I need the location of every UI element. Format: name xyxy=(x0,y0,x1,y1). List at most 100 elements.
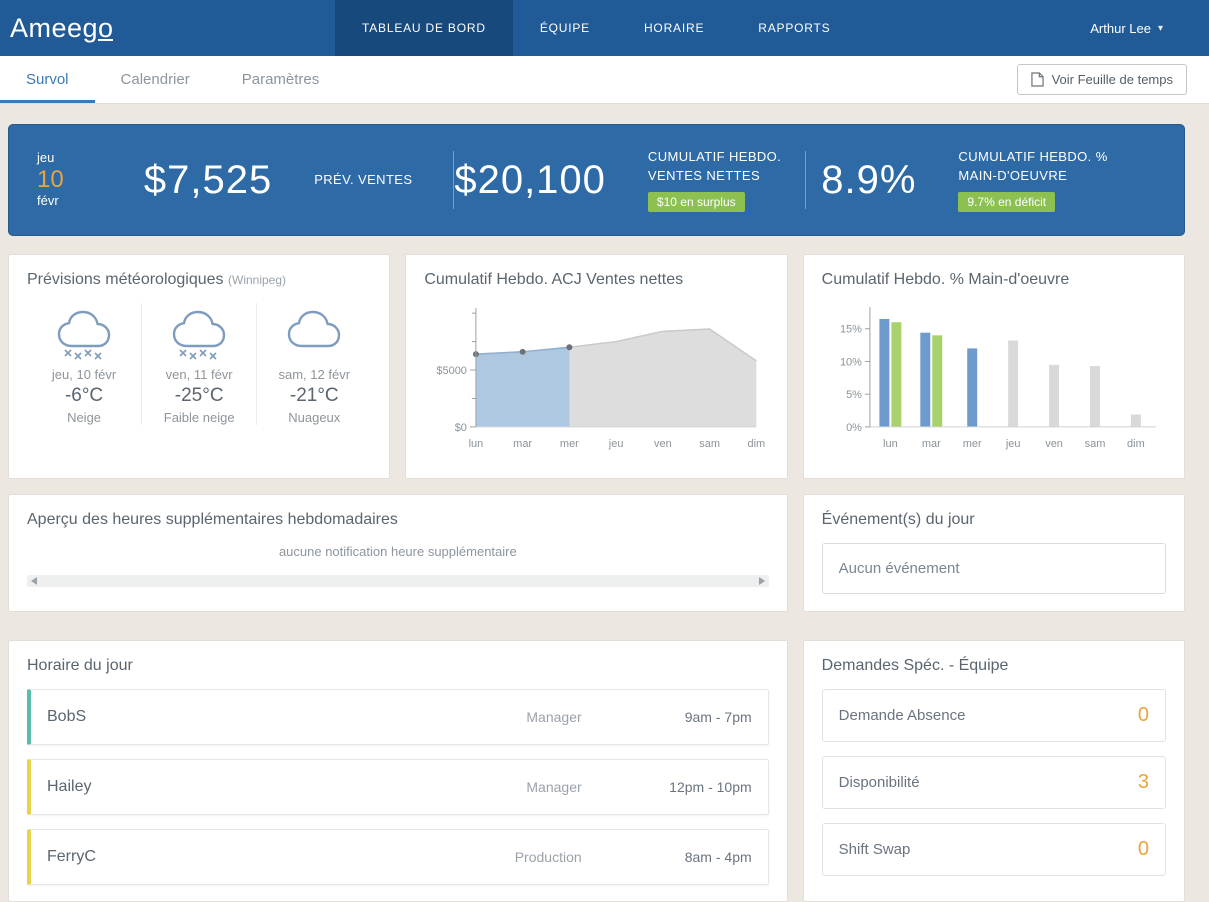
kpi-weekly-net-sales: $20,100 CUMULATIF HEBDO. VENTES NETTES $… xyxy=(454,148,804,213)
request-row[interactable]: Disponibilité 3 xyxy=(822,756,1166,809)
view-timesheet-button[interactable]: Voir Feuille de temps xyxy=(1017,64,1187,95)
sub-nav: Survol Calendrier Paramètres Voir Feuill… xyxy=(0,56,1209,104)
weather-day-temp: -21°C xyxy=(261,385,367,407)
deficit-badge: 9.7% en déficit xyxy=(958,192,1055,212)
labour-bar-chart: lun mar mer jeu ven sam dim 0% 5% 10% 15% xyxy=(822,301,1166,453)
svg-text:lun: lun xyxy=(883,438,898,450)
weather-day-date: ven, 11 févr xyxy=(146,367,252,382)
events-card: Événement(s) du jour Aucun événement xyxy=(803,494,1185,612)
schedule-employee-name: Hailey xyxy=(47,778,432,796)
schedule-card: Horaire du jour BobS Manager 9am - 7pm H… xyxy=(8,640,788,902)
schedule-employee-role: Manager xyxy=(432,709,582,725)
weather-day-condition: Nuageux xyxy=(261,410,367,425)
svg-text:lun: lun xyxy=(469,438,484,450)
view-timesheet-label: Voir Feuille de temps xyxy=(1052,72,1173,87)
nav-item-equipe[interactable]: ÉQUIPE xyxy=(513,0,617,56)
request-count: 0 xyxy=(1138,838,1149,861)
overtime-title: Aperçu des heures supplémentaires hebdom… xyxy=(27,511,769,529)
weather-location: (Winnipeg) xyxy=(228,273,286,287)
kpi-weekly-labour-pct-value: 8.9% xyxy=(821,158,916,203)
svg-text:dim: dim xyxy=(1127,438,1145,450)
nav-item-horaire[interactable]: HORAIRE xyxy=(617,0,731,56)
request-label: Demande Absence xyxy=(839,707,966,724)
svg-text:sam: sam xyxy=(700,438,721,450)
svg-text:mar: mar xyxy=(922,438,941,450)
svg-text:mer: mer xyxy=(962,438,981,450)
schedule-row[interactable]: Hailey Manager 12pm - 10pm xyxy=(27,759,769,815)
tab-parametres[interactable]: Paramètres xyxy=(216,56,346,103)
surplus-badge: $10 en surplus xyxy=(648,192,745,212)
schedule-row[interactable]: FerryC Production 8am - 4pm xyxy=(27,829,769,885)
schedule-shift-time: 8am - 4pm xyxy=(637,849,752,865)
nav-item-tableau-de-bord[interactable]: TABLEAU DE BORD xyxy=(335,0,513,56)
nav-item-rapports[interactable]: RAPPORTS xyxy=(731,0,857,56)
kpi-forecast-sales-value: $7,525 xyxy=(144,158,272,203)
svg-text:15%: 15% xyxy=(840,324,862,336)
svg-text:0%: 0% xyxy=(846,422,862,434)
main-nav: TABLEAU DE BORD ÉQUIPE HORAIRE RAPPORTS xyxy=(335,0,857,56)
user-menu[interactable]: Arthur Lee ▾ xyxy=(1090,0,1209,56)
banner-month: févr xyxy=(37,194,103,209)
svg-text:5%: 5% xyxy=(846,389,862,401)
request-label: Disponibilité xyxy=(839,774,920,791)
app-logo[interactable]: Ameego xyxy=(10,13,114,44)
svg-text:jeu: jeu xyxy=(1004,438,1020,450)
request-row[interactable]: Shift Swap 0 xyxy=(822,823,1166,876)
svg-text:10%: 10% xyxy=(840,356,862,368)
weather-day-temp: -25°C xyxy=(146,385,252,407)
svg-text:ven: ven xyxy=(1045,438,1063,450)
weather-card: Prévisions météorologiques (Winnipeg) je… xyxy=(8,254,390,479)
overtime-empty-message: aucune notification heure supplémentaire xyxy=(27,544,769,559)
scroll-right-arrow[interactable] xyxy=(759,577,765,585)
svg-text:$0: $0 xyxy=(455,422,467,434)
svg-text:ven: ven xyxy=(654,438,672,450)
scroll-left-arrow[interactable] xyxy=(31,577,37,585)
svg-text:jeu: jeu xyxy=(608,438,624,450)
request-label: Shift Swap xyxy=(839,841,911,858)
kpi-weekly-labour-pct: 8.9% CUMULATIF HEBDO. % MAIN-D'OEUVRE 9.… xyxy=(806,148,1156,213)
schedule-employee-name: BobS xyxy=(47,708,432,726)
schedule-title: Horaire du jour xyxy=(27,657,769,675)
weather-day-date: jeu, 10 févr xyxy=(31,367,137,382)
snow-cloud-icon xyxy=(146,307,252,363)
request-count: 0 xyxy=(1138,704,1149,727)
schedule-employee-role: Manager xyxy=(432,779,582,795)
svg-text:dim: dim xyxy=(748,438,766,450)
weather-day-condition: Faible neige xyxy=(146,410,252,425)
request-count: 3 xyxy=(1138,771,1149,794)
horizontal-scrollbar[interactable] xyxy=(27,575,769,587)
svg-text:sam: sam xyxy=(1084,438,1105,450)
schedule-employee-role: Production xyxy=(432,849,582,865)
weather-title-text: Prévisions météorologiques xyxy=(27,271,224,288)
banner-date: jeu 10 févr xyxy=(37,151,103,208)
kpi-weekly-net-sales-value: $20,100 xyxy=(454,158,606,203)
schedule-row[interactable]: BobS Manager 9am - 7pm xyxy=(27,689,769,745)
sales-area-chart: $0$5000lunmarmerjeuvensamdim xyxy=(424,301,768,453)
request-row[interactable]: Demande Absence 0 xyxy=(822,689,1166,742)
net-sales-chart-card: Cumulatif Hebdo. ACJ Ventes nettes $0$50… xyxy=(405,254,787,479)
weather-day: ven, 11 févr -25°C Faible neige xyxy=(141,303,256,425)
tab-survol[interactable]: Survol xyxy=(0,56,95,103)
requests-title: Demandes Spéc. - Équipe xyxy=(822,657,1166,675)
weather-day: jeu, 10 févr -6°C Neige xyxy=(27,303,141,425)
banner-day: 10 xyxy=(37,166,103,194)
schedule-shift-time: 12pm - 10pm xyxy=(637,779,752,795)
tab-calendrier[interactable]: Calendrier xyxy=(95,56,216,103)
schedule-shift-time: 9am - 7pm xyxy=(637,709,752,725)
banner-weekday: jeu xyxy=(37,151,103,166)
overtime-card: Aperçu des heures supplémentaires hebdom… xyxy=(8,494,788,612)
cloud-icon xyxy=(261,307,367,363)
weather-day-temp: -6°C xyxy=(31,385,137,407)
weather-card-title: Prévisions météorologiques (Winnipeg) xyxy=(27,271,371,289)
kpi-banner: jeu 10 févr $7,525 PRÉV. VENTES $20,100 … xyxy=(8,124,1185,236)
kpi-forecast-sales: $7,525 PRÉV. VENTES xyxy=(103,158,453,203)
main-content: Prévisions météorologiques (Winnipeg) je… xyxy=(0,254,1209,902)
svg-text:mar: mar xyxy=(514,438,533,450)
kpi-weekly-labour-pct-label: CUMULATIF HEBDO. % MAIN-D'OEUVRE xyxy=(958,148,1140,186)
user-name: Arthur Lee xyxy=(1090,21,1151,36)
labour-chart-title: Cumulatif Hebdo. % Main-d'oeuvre xyxy=(822,271,1166,289)
events-title: Événement(s) du jour xyxy=(822,511,1166,529)
document-icon xyxy=(1031,72,1044,87)
snow-cloud-icon xyxy=(31,307,137,363)
labour-chart-card: Cumulatif Hebdo. % Main-d'oeuvre lun mar m… xyxy=(803,254,1185,479)
